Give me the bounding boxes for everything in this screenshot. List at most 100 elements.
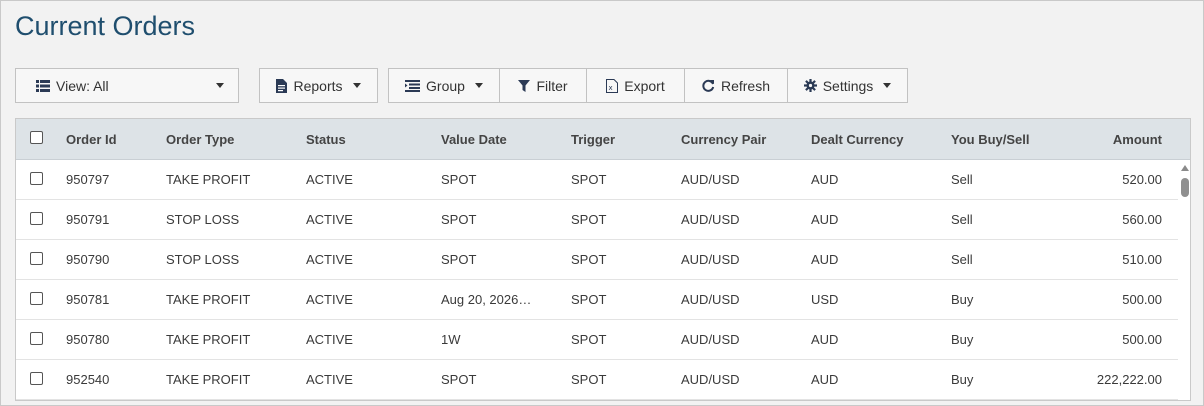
table-row[interactable]: 950797 TAKE PROFIT ACTIVE SPOT SPOT AUD/… — [16, 160, 1178, 200]
column-header-order-type[interactable]: Order Type — [166, 119, 296, 160]
table-row[interactable]: 950781 TAKE PROFIT ACTIVE Aug 20, 2026… … — [16, 280, 1178, 320]
value-date-cell: Aug 20, 2026… — [441, 292, 532, 307]
amount-cell: 500.00 — [1122, 332, 1162, 347]
export-label: Export — [624, 77, 665, 94]
trigger-cell: SPOT — [571, 252, 607, 267]
chevron-down-icon — [216, 83, 224, 88]
table-header: Order Id Order Type Status Value Date Tr… — [16, 119, 1190, 160]
order-type-cell: STOP LOSS — [166, 252, 240, 267]
status-cell: ACTIVE — [306, 212, 353, 227]
currency-pair-cell: AUD/USD — [681, 292, 740, 307]
export-button[interactable]: x Export — [587, 69, 685, 102]
group-label: Group — [426, 77, 465, 94]
vertical-scrollbar[interactable] — [1178, 160, 1190, 400]
row-checkbox[interactable] — [30, 332, 43, 345]
dealt-currency-cell: AUD — [811, 332, 839, 347]
currency-pair-cell: AUD/USD — [681, 372, 740, 387]
currency-pair-cell: AUD/USD — [681, 172, 740, 187]
orders-table: Order Id Order Type Status Value Date Tr… — [15, 118, 1191, 401]
view-dropdown-label: View: All — [56, 77, 109, 94]
orders-panel: Current Orders View: All Reports Group F… — [0, 0, 1204, 406]
chevron-down-icon — [474, 83, 483, 88]
order-id-cell: 950797 — [66, 172, 110, 187]
select-all-checkbox[interactable] — [30, 131, 43, 144]
order-type-cell: TAKE PROFIT — [166, 332, 251, 347]
column-header-order-id[interactable]: Order Id — [66, 119, 156, 160]
status-cell: ACTIVE — [306, 172, 353, 187]
excel-icon: x — [606, 78, 619, 93]
amount-cell: 520.00 — [1122, 172, 1162, 187]
page-title: Current Orders — [15, 11, 196, 41]
scroll-up-arrow-icon[interactable] — [1181, 165, 1189, 171]
refresh-button[interactable]: Refresh — [685, 69, 788, 102]
table-row[interactable]: 950790 STOP LOSS ACTIVE SPOT SPOT AUD/US… — [16, 240, 1178, 280]
dealt-currency-cell: AUD — [811, 172, 839, 187]
table-row[interactable]: 950791 STOP LOSS ACTIVE SPOT SPOT AUD/US… — [16, 200, 1178, 240]
order-id-cell: 950781 — [66, 292, 110, 307]
scrollbar-thumb[interactable] — [1181, 178, 1189, 197]
table-row[interactable]: 952540 TAKE PROFIT ACTIVE SPOT SPOT AUD/… — [16, 360, 1178, 400]
chevron-down-icon — [352, 83, 361, 88]
amount-cell: 222,222.00 — [1096, 372, 1162, 387]
amount-cell: 560.00 — [1122, 212, 1162, 227]
column-header-status[interactable]: Status — [306, 119, 426, 160]
row-checkbox[interactable] — [30, 172, 43, 185]
group-button[interactable]: Group — [389, 69, 500, 102]
funnel-icon — [518, 79, 531, 92]
row-checkbox[interactable] — [30, 252, 43, 265]
status-cell: ACTIVE — [306, 252, 353, 267]
value-date-cell: SPOT — [441, 252, 477, 267]
refresh-icon — [702, 79, 715, 92]
trigger-cell: SPOT — [571, 332, 607, 347]
dealt-currency-cell: AUD — [811, 252, 839, 267]
filter-label: Filter — [536, 77, 568, 94]
column-header-value-date[interactable]: Value Date — [441, 119, 541, 160]
order-id-cell: 950791 — [66, 212, 110, 227]
reports-button[interactable]: Reports — [259, 68, 378, 103]
order-type-cell: STOP LOSS — [166, 212, 240, 227]
settings-label: Settings — [822, 77, 874, 94]
dealt-currency-cell: USD — [811, 292, 839, 307]
view-dropdown[interactable]: View: All — [15, 68, 239, 103]
row-checkbox[interactable] — [30, 292, 43, 305]
status-cell: ACTIVE — [306, 292, 353, 307]
order-id-cell: 950780 — [66, 332, 110, 347]
chevron-down-icon — [883, 83, 892, 88]
group-list-icon — [405, 79, 421, 92]
row-checkbox[interactable] — [30, 212, 43, 225]
amount-cell: 500.00 — [1122, 292, 1162, 307]
order-type-cell: TAKE PROFIT — [166, 372, 251, 387]
action-button-group: Group Filter x Export Refresh Settings — [388, 68, 908, 103]
row-checkbox[interactable] — [30, 372, 43, 385]
list-icon — [36, 79, 50, 92]
dealt-currency-cell: AUD — [811, 372, 839, 387]
dealt-currency-cell: AUD — [811, 212, 839, 227]
status-cell: ACTIVE — [306, 372, 353, 387]
settings-button[interactable]: Settings — [788, 69, 907, 102]
column-header-amount[interactable]: Amount — [1041, 119, 1162, 160]
currency-pair-cell: AUD/USD — [681, 252, 740, 267]
column-header-dealt-currency[interactable]: Dealt Currency — [811, 119, 941, 160]
value-date-cell: SPOT — [441, 172, 477, 187]
column-header-currency-pair[interactable]: Currency Pair — [681, 119, 801, 160]
status-cell: ACTIVE — [306, 332, 353, 347]
order-id-cell: 950790 — [66, 252, 110, 267]
amount-cell: 510.00 — [1122, 252, 1162, 267]
trigger-cell: SPOT — [571, 172, 607, 187]
refresh-label: Refresh — [720, 77, 771, 94]
value-date-cell: SPOT — [441, 372, 477, 387]
order-id-cell: 952540 — [66, 372, 110, 387]
filter-button[interactable]: Filter — [500, 69, 587, 102]
value-date-cell: 1W — [441, 332, 461, 347]
document-icon — [276, 78, 288, 93]
value-date-cell: SPOT — [441, 212, 477, 227]
order-type-cell: TAKE PROFIT — [166, 292, 251, 307]
trigger-cell: SPOT — [571, 372, 607, 387]
svg-text:x: x — [609, 84, 613, 92]
trigger-cell: SPOT — [571, 292, 607, 307]
column-header-trigger[interactable]: Trigger — [571, 119, 671, 160]
table-row[interactable]: 950780 TAKE PROFIT ACTIVE 1W SPOT AUD/US… — [16, 320, 1178, 360]
currency-pair-cell: AUD/USD — [681, 212, 740, 227]
order-type-cell: TAKE PROFIT — [166, 172, 251, 187]
trigger-cell: SPOT — [571, 212, 607, 227]
